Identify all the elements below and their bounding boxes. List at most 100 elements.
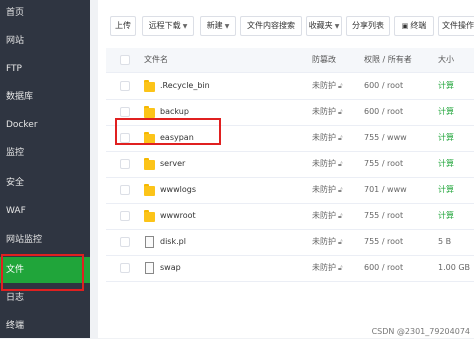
- table-row[interactable]: swap 未防护 🔓︎ 600 / root 1.00 GB: [106, 255, 474, 282]
- sidebar-item-docker[interactable]: Docker: [0, 112, 90, 138]
- permission-owner[interactable]: 701 / www: [364, 177, 407, 203]
- file-name[interactable]: wwwroot: [160, 203, 196, 229]
- protect-status[interactable]: 未防护 🔓︎: [312, 177, 343, 203]
- sidebar-item-label: 网站监控: [6, 235, 43, 245]
- header-permission[interactable]: 权限 / 所有者: [364, 48, 412, 72]
- row-checkbox[interactable]: [120, 81, 130, 91]
- lock-icon: 🔓︎: [338, 82, 343, 90]
- watermark: CSDN @2301_79204074: [371, 327, 470, 336]
- permission-owner[interactable]: 600 / root: [364, 255, 403, 281]
- size-calc-link[interactable]: 计算: [438, 177, 454, 203]
- search-content-button[interactable]: 文件内容搜索: [240, 16, 302, 36]
- sidebar-item-label: 首页: [6, 8, 25, 18]
- sidebar-item-label: 终端: [6, 321, 25, 331]
- table-row[interactable]: disk.pl 未防护 🔓︎ 755 / root 5 B: [106, 229, 474, 256]
- remote-download-label: 远程下载: [148, 21, 181, 30]
- lock-icon: 🔓︎: [338, 264, 343, 272]
- file-name[interactable]: disk.pl: [160, 229, 186, 255]
- upload-label: 上传: [115, 21, 131, 30]
- protect-label: 未防护: [312, 159, 336, 168]
- size-calc-link[interactable]: 计算: [438, 151, 454, 177]
- sidebar-item-sites[interactable]: 网站: [0, 28, 90, 54]
- file-name[interactable]: wwwlogs: [160, 177, 196, 203]
- sidebar-item-ftp[interactable]: FTP: [0, 56, 90, 82]
- folder-icon: [144, 80, 155, 92]
- file-icon: [145, 262, 154, 274]
- lock-icon: 🔓︎: [338, 186, 343, 194]
- row-checkbox[interactable]: [120, 237, 130, 247]
- select-all-checkbox[interactable]: [120, 55, 130, 65]
- sidebar-item-site-monitor[interactable]: 网站监控: [0, 227, 90, 253]
- lock-icon: 🔓︎: [338, 212, 343, 220]
- folder-icon: [144, 210, 155, 222]
- sidebar-item-label: 数据库: [6, 92, 34, 102]
- annotation-highlight-box: [1, 254, 84, 291]
- size-calc-link[interactable]: 计算: [438, 99, 454, 125]
- sidebar-item-label: FTP: [6, 64, 22, 74]
- table-row[interactable]: server 未防护 🔓︎ 755 / root 计算: [106, 151, 474, 178]
- file-op-label: 文件操作: [442, 21, 474, 30]
- sidebar-item-label: 网站: [6, 36, 25, 46]
- upload-button[interactable]: 上传: [110, 16, 136, 36]
- sidebar-item-label: 日志: [6, 293, 25, 303]
- protect-status[interactable]: 未防护 🔓︎: [312, 125, 343, 151]
- file-op-button[interactable]: 文件操作: [438, 16, 474, 36]
- size-calc-link[interactable]: 计算: [438, 125, 454, 151]
- file-name[interactable]: swap: [160, 255, 181, 281]
- file-name[interactable]: .Recycle_bin: [160, 73, 210, 99]
- remote-download-button[interactable]: 远程下载 ▼: [142, 16, 194, 36]
- header-name[interactable]: 文件名: [144, 48, 168, 72]
- row-checkbox[interactable]: [120, 263, 130, 273]
- sidebar-item-database[interactable]: 数据库: [0, 84, 90, 110]
- annotation-highlight-box: [115, 118, 221, 145]
- sidebar-item-label: WAF: [6, 206, 26, 216]
- chevron-down-icon: ▼: [182, 23, 188, 30]
- permission-owner[interactable]: 755 / root: [364, 229, 403, 255]
- file-size: 1.00 GB: [438, 263, 471, 272]
- row-checkbox[interactable]: [120, 185, 130, 195]
- size-calc-link[interactable]: 计算: [438, 203, 454, 229]
- protect-label: 未防护: [312, 81, 336, 90]
- row-checkbox[interactable]: [120, 211, 130, 221]
- protect-status[interactable]: 未防护 🔓︎: [312, 151, 343, 177]
- protect-label: 未防护: [312, 185, 336, 194]
- share-list-label: 分享列表: [352, 21, 384, 30]
- permission-owner[interactable]: 600 / root: [364, 73, 403, 99]
- file-size: 5 B: [438, 237, 452, 246]
- permission-owner[interactable]: 600 / root: [364, 99, 403, 125]
- table-row[interactable]: wwwlogs 未防护 🔓︎ 701 / www 计算: [106, 177, 474, 204]
- header-size[interactable]: 大小: [438, 48, 454, 72]
- sidebar-item-waf[interactable]: WAF: [0, 198, 90, 224]
- file-name[interactable]: server: [160, 151, 185, 177]
- folder-icon: [144, 184, 155, 196]
- protect-status[interactable]: 未防护 🔓︎: [312, 203, 343, 229]
- table-row[interactable]: .Recycle_bin 未防护 🔓︎ 600 / root 计算: [106, 73, 474, 100]
- sidebar-item-label: Docker: [6, 120, 38, 130]
- favorites-label: 收藏夹: [308, 21, 333, 30]
- sidebar-item-home[interactable]: 首页: [0, 0, 90, 26]
- sidebar-item-monitor[interactable]: 监控: [0, 140, 90, 166]
- sidebar-item-security[interactable]: 安全: [0, 170, 90, 196]
- row-checkbox[interactable]: [120, 159, 130, 169]
- protect-status[interactable]: 未防护 🔓︎: [312, 229, 343, 255]
- share-list-button[interactable]: 分享列表: [346, 16, 390, 36]
- protect-status[interactable]: 未防护 🔓︎: [312, 99, 343, 125]
- new-button[interactable]: 新建 ▼: [200, 16, 236, 36]
- file-manager-panel: 上传 远程下载 ▼ 新建 ▼ 文件内容搜索 收藏夹 ▼ 分享列表 ▣ 终端 文件操作 文…: [98, 0, 474, 338]
- protect-label: 未防护: [312, 107, 336, 116]
- folder-icon: [144, 106, 155, 118]
- permission-owner[interactable]: 755 / www: [364, 125, 407, 151]
- protect-status[interactable]: 未防护 🔓︎: [312, 73, 343, 99]
- table-row[interactable]: wwwroot 未防护 🔓︎ 755 / root 计算: [106, 203, 474, 230]
- protect-status[interactable]: 未防护 🔓︎: [312, 255, 343, 281]
- size-calc-link[interactable]: 计算: [438, 73, 454, 99]
- permission-owner[interactable]: 755 / root: [364, 203, 403, 229]
- row-checkbox[interactable]: [120, 107, 130, 117]
- permission-owner[interactable]: 755 / root: [364, 151, 403, 177]
- terminal-button[interactable]: ▣ 终端: [394, 16, 434, 36]
- terminal-icon: ▣: [401, 22, 409, 30]
- table-header: 文件名 防篡改 权限 / 所有者 大小: [106, 48, 474, 73]
- favorites-button[interactable]: 收藏夹 ▼: [306, 16, 342, 36]
- file-icon: [145, 236, 154, 248]
- sidebar-item-terminal[interactable]: 终端: [0, 313, 90, 339]
